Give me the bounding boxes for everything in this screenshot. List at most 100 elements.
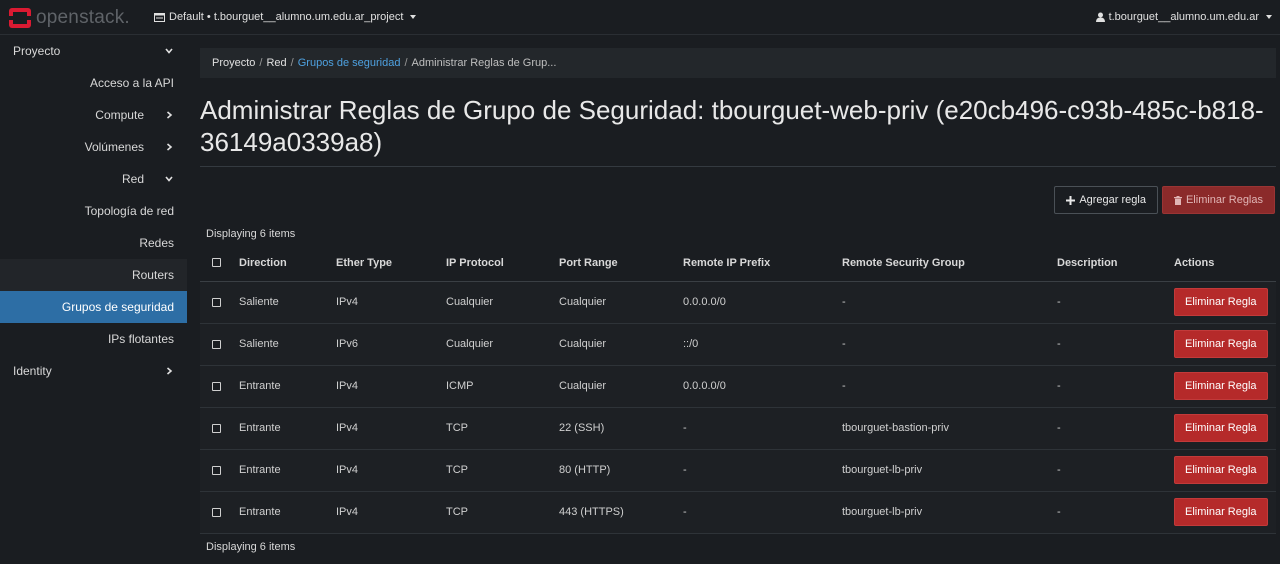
breadcrumb-separator: / — [404, 57, 408, 69]
cell-port-range: 80 (HTTP) — [553, 449, 677, 492]
cell-remote-ip-prefix: - — [677, 407, 836, 450]
row-select-cell — [200, 491, 233, 534]
sidebar-item-label: Acceso a la API — [89, 76, 174, 90]
cell-direction: Saliente — [233, 281, 330, 324]
select-all-cell — [200, 245, 233, 282]
openstack-logo-icon — [9, 8, 31, 28]
sidebar-item-volumes[interactable]: Volúmenes — [0, 131, 187, 163]
sidebar-item-network-topology[interactable]: Topología de red — [0, 195, 187, 227]
cell-direction: Saliente — [233, 323, 330, 366]
sidebar-item-label: Redes — [139, 236, 174, 250]
cell-description: - — [1051, 407, 1168, 450]
sidebar-item-security-groups[interactable]: Grupos de seguridad — [0, 291, 187, 323]
sidebar-item-identity[interactable]: Identity — [0, 355, 187, 387]
delete-rules-label: Eliminar Reglas — [1185, 194, 1263, 206]
column-header-remote-security-group[interactable]: Remote Security Group — [836, 245, 1051, 282]
user-menu[interactable]: t.bourguet__alumno.um.edu.ar — [1095, 11, 1272, 23]
sidebar-item-label: Grupos de seguridad — [61, 300, 174, 314]
cell-description: - — [1051, 323, 1168, 366]
cell-direction: Entrante — [233, 491, 330, 534]
cell-ip-protocol: TCP — [440, 407, 553, 450]
row-checkbox[interactable] — [212, 423, 221, 433]
chevron-right-icon — [166, 143, 173, 151]
delete-rule-button[interactable]: Eliminar Regla — [1174, 330, 1268, 358]
sidebar-item-label: Topología de red — [84, 204, 174, 218]
cell-port-range: Cualquier — [553, 323, 677, 366]
cell-ether-type: IPv6 — [330, 323, 440, 366]
cell-remote-ip-prefix: - — [677, 449, 836, 492]
project-selector[interactable]: Default • t.bourguet__alumno.um.edu.ar_p… — [154, 11, 417, 23]
row-checkbox[interactable] — [212, 507, 221, 517]
items-count-bottom: Displaying 6 items — [206, 541, 296, 553]
breadcrumb-separator: / — [290, 57, 294, 69]
logo-text: openstack. — [36, 7, 130, 28]
sidebar-item-routers[interactable]: Routers — [0, 259, 187, 291]
add-rule-button[interactable]: Agregar regla — [1054, 186, 1158, 214]
table-row: Entrante IPv4 ICMP Cualquier 0.0.0.0/0 -… — [200, 365, 1276, 408]
cell-ether-type: IPv4 — [330, 449, 440, 492]
cell-direction: Entrante — [233, 407, 330, 450]
table-row: Entrante IPv4 TCP 80 (HTTP) - tbourguet-… — [200, 449, 1276, 492]
cell-port-range: 443 (HTTPS) — [553, 491, 677, 534]
delete-rule-button[interactable]: Eliminar Regla — [1174, 414, 1268, 442]
sidebar: Proyecto Acceso a la API Compute Volúmen… — [0, 35, 187, 564]
column-header-port-range[interactable]: Port Range — [553, 245, 677, 282]
row-select-cell — [200, 365, 233, 408]
sidebar-item-label: Red — [121, 172, 144, 186]
row-checkbox[interactable] — [212, 297, 221, 307]
sidebar-item-compute[interactable]: Compute — [0, 99, 187, 131]
cell-ip-protocol: Cualquier — [440, 281, 553, 324]
cell-direction: Entrante — [233, 449, 330, 492]
column-header-ip-protocol[interactable]: IP Protocol — [440, 245, 553, 282]
cell-actions: Eliminar Regla — [1168, 491, 1276, 534]
chevron-down-icon — [1266, 15, 1272, 19]
column-header-remote-ip-prefix[interactable]: Remote IP Prefix — [677, 245, 836, 282]
cell-ip-protocol: TCP — [440, 449, 553, 492]
cell-actions: Eliminar Regla — [1168, 281, 1276, 324]
cell-remote-ip-prefix: - — [677, 491, 836, 534]
cell-description: - — [1051, 365, 1168, 408]
cell-ether-type: IPv4 — [330, 491, 440, 534]
items-count-top: Displaying 6 items — [206, 228, 296, 240]
sidebar-item-networks[interactable]: Redes — [0, 227, 187, 259]
sidebar-item-proyecto[interactable]: Proyecto — [0, 35, 187, 67]
cell-description: - — [1051, 281, 1168, 324]
user-icon — [1095, 12, 1105, 22]
column-header-actions: Actions — [1168, 245, 1276, 282]
cell-ip-protocol: Cualquier — [440, 323, 553, 366]
cell-actions: Eliminar Regla — [1168, 323, 1276, 366]
breadcrumb-current: Administrar Reglas de Grup... — [411, 57, 557, 69]
breadcrumb-link-security-groups[interactable]: Grupos de seguridad — [298, 57, 401, 69]
breadcrumb-item-red: Red — [266, 57, 287, 69]
column-header-direction[interactable]: Direction — [233, 245, 330, 282]
openstack-logo[interactable]: openstack. — [8, 6, 130, 30]
chevron-right-icon — [166, 111, 173, 119]
delete-rule-button[interactable]: Eliminar Regla — [1174, 498, 1268, 526]
cell-port-range: Cualquier — [553, 365, 677, 408]
delete-rule-button[interactable]: Eliminar Regla — [1174, 372, 1268, 400]
column-header-ether-type[interactable]: Ether Type — [330, 245, 440, 282]
cell-actions: Eliminar Regla — [1168, 365, 1276, 408]
breadcrumb-item-proyecto: Proyecto — [212, 57, 256, 69]
project-list-icon — [154, 12, 165, 22]
project-label: Default • t.bourguet__alumno.um.edu.ar_p… — [169, 11, 404, 23]
table-header-row: Direction Ether Type IP Protocol Port Ra… — [200, 245, 1276, 282]
row-select-cell — [200, 407, 233, 450]
row-checkbox[interactable] — [212, 381, 221, 391]
sidebar-item-red[interactable]: Red — [0, 163, 187, 195]
delete-rule-button[interactable]: Eliminar Regla — [1174, 288, 1268, 316]
chevron-right-icon — [166, 367, 173, 375]
sidebar-item-floating-ips[interactable]: IPs flotantes — [0, 323, 187, 355]
column-header-description[interactable]: Description — [1051, 245, 1168, 282]
row-checkbox[interactable] — [212, 339, 221, 349]
row-checkbox[interactable] — [212, 465, 221, 475]
select-all-checkbox[interactable] — [212, 258, 221, 268]
delete-rule-button[interactable]: Eliminar Regla — [1174, 456, 1268, 484]
sidebar-item-api-access[interactable]: Acceso a la API — [0, 67, 187, 99]
rules-table: Direction Ether Type IP Protocol Port Ra… — [200, 245, 1276, 534]
cell-ip-protocol: TCP — [440, 491, 553, 534]
chevron-down-icon — [165, 176, 173, 182]
row-select-cell — [200, 281, 233, 324]
delete-rules-button[interactable]: Eliminar Reglas — [1161, 186, 1275, 214]
plus-icon — [1066, 195, 1076, 205]
